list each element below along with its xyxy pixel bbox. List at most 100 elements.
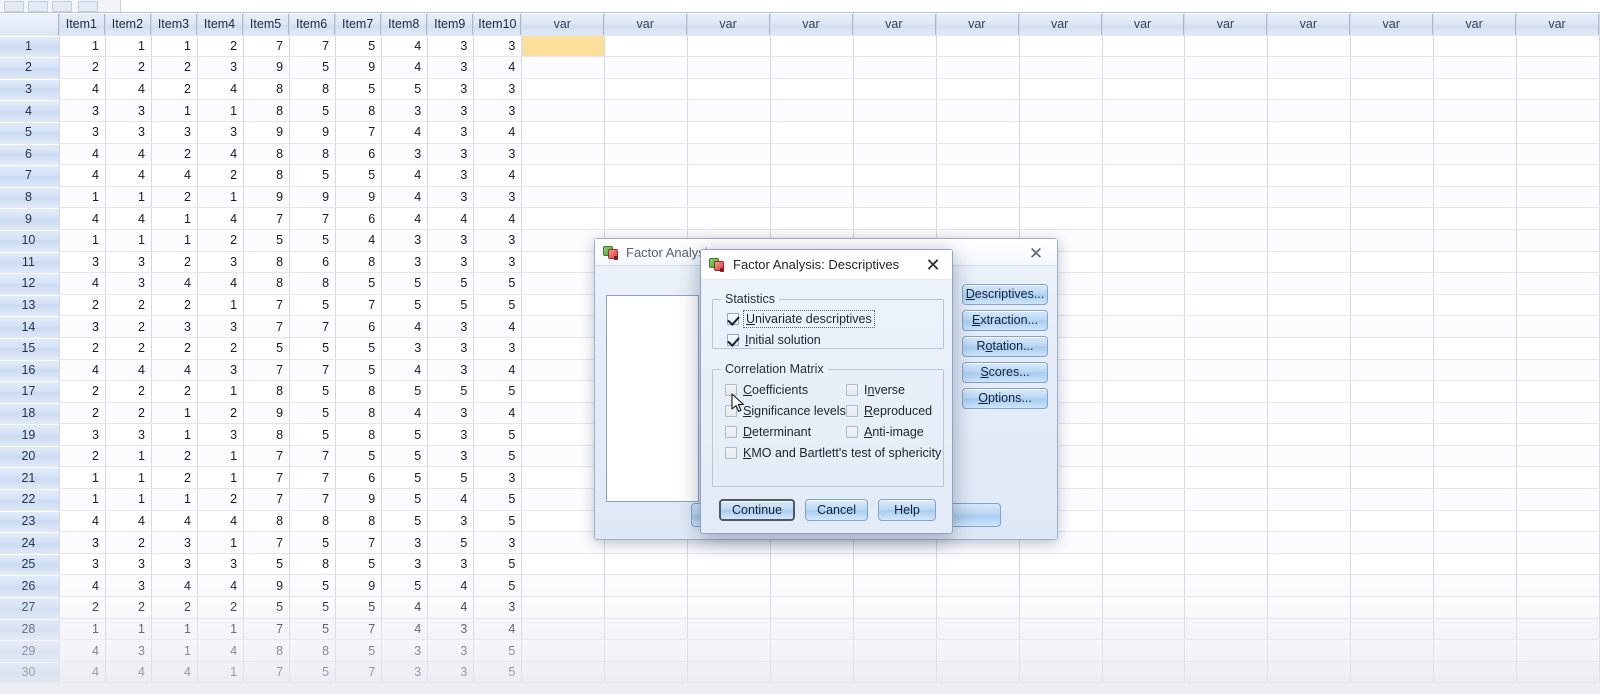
cell-r14-c7[interactable]: 6 [336,316,382,338]
cell-r3-var9[interactable] [1185,78,1268,100]
cell-r8-c9[interactable]: 3 [428,186,474,208]
cell-r26-var5[interactable] [853,575,936,597]
cell-r19-var10[interactable] [1268,424,1351,446]
cell-r1-c10[interactable]: 3 [474,35,522,57]
cell-r3-var10[interactable] [1268,78,1351,100]
cell-r5-c3[interactable]: 3 [151,121,197,143]
cell-r22-var10[interactable] [1268,489,1351,511]
cell-r15-c6[interactable]: 5 [290,337,336,359]
cell-r30-var8[interactable] [1102,661,1185,683]
cell-r11-c3[interactable]: 2 [151,251,197,273]
cell-r24-c10[interactable]: 3 [474,532,522,554]
cell-r12-c7[interactable]: 5 [336,273,382,295]
cell-r30-c5[interactable]: 7 [244,661,290,683]
checkbox-icon[interactable] [846,405,858,417]
row-header-18[interactable]: 18 [0,402,59,424]
cell-r11-c10[interactable]: 3 [474,251,522,273]
cell-r12-c2[interactable]: 3 [105,273,151,295]
cell-r13-c7[interactable]: 7 [336,294,382,316]
cell-r4-c10[interactable]: 3 [474,100,522,122]
cell-r7-c7[interactable]: 5 [336,165,382,187]
column-header-var-5[interactable]: var [853,14,936,36]
column-header-item5[interactable]: Item5 [244,14,290,36]
cell-r24-c9[interactable]: 5 [428,532,474,554]
cell-r21-var12[interactable] [1434,467,1517,489]
cell-r23-c10[interactable]: 5 [474,510,522,532]
cell-r4-var12[interactable] [1434,100,1517,122]
cell-r8-var9[interactable] [1185,186,1268,208]
cell-r6-var12[interactable] [1434,143,1517,165]
cell-r16-c7[interactable]: 5 [336,359,382,381]
cell-r16-c6[interactable]: 7 [290,359,336,381]
row-header-20[interactable]: 20 [0,445,59,467]
row-header-10[interactable]: 10 [0,229,59,251]
cell-r15-var13[interactable] [1517,337,1600,359]
cell-r28-c6[interactable]: 5 [290,618,336,640]
cell-r19-c4[interactable]: 3 [197,424,243,446]
cell-r28-var13[interactable] [1517,618,1600,640]
column-header-item4[interactable]: Item4 [197,14,243,36]
cell-r8-c6[interactable]: 9 [290,186,336,208]
cell-r1-var9[interactable] [1185,35,1268,57]
cell-r23-var13[interactable] [1517,510,1600,532]
cell-r29-c10[interactable]: 5 [474,640,522,662]
cell-r11-c8[interactable]: 3 [382,251,428,273]
table-row[interactable]: 294314885335 [0,640,1600,662]
cell-r6-c8[interactable]: 3 [382,143,428,165]
cell-r27-c3[interactable]: 2 [151,597,197,619]
cell-r4-var11[interactable] [1351,100,1434,122]
column-header-var-9[interactable]: var [1185,14,1268,36]
cell-r3-var2[interactable] [605,78,688,100]
cell-r9-c1[interactable]: 4 [59,208,105,230]
cell-r26-c6[interactable]: 5 [290,575,336,597]
cell-r25-var13[interactable] [1517,553,1600,575]
cell-r2-var9[interactable] [1185,57,1268,79]
cell-r27-c2[interactable]: 2 [105,597,151,619]
cell-r7-c1[interactable]: 4 [59,165,105,187]
cell-r24-var12[interactable] [1434,532,1517,554]
cell-r1-var4[interactable] [771,35,854,57]
cell-r5-c4[interactable]: 3 [197,121,243,143]
cell-r20-var1[interactable] [522,445,605,467]
cell-r1-var13[interactable] [1517,35,1600,57]
cell-r24-var9[interactable] [1185,532,1268,554]
cell-r3-var11[interactable] [1351,78,1434,100]
cell-r11-var1[interactable] [522,251,605,273]
cell-r10-c8[interactable]: 3 [382,229,428,251]
cell-r4-c1[interactable]: 3 [59,100,105,122]
cell-r23-c7[interactable]: 8 [336,510,382,532]
cell-r13-var11[interactable] [1351,294,1434,316]
cell-r29-var12[interactable] [1434,640,1517,662]
cell-r8-c1[interactable]: 1 [59,186,105,208]
cell-r1-var8[interactable] [1102,35,1185,57]
cell-r7-var4[interactable] [771,165,854,187]
checkbox-icon[interactable] [727,313,739,325]
cell-r9-c4[interactable]: 4 [197,208,243,230]
cell-r25-c1[interactable]: 3 [59,553,105,575]
cell-r12-var1[interactable] [522,273,605,295]
column-header-var-10[interactable]: var [1268,14,1351,36]
cell-r20-c10[interactable]: 5 [474,445,522,467]
toolbar-button-2[interactable] [28,1,48,12]
cell-r6-c9[interactable]: 3 [428,143,474,165]
cell-r7-c2[interactable]: 4 [105,165,151,187]
cell-r21-c5[interactable]: 7 [244,467,290,489]
cell-r25-c6[interactable]: 8 [290,553,336,575]
cell-r25-var9[interactable] [1185,553,1268,575]
cell-r17-c1[interactable]: 2 [59,381,105,403]
cell-r12-var10[interactable] [1268,273,1351,295]
checkbox-icon[interactable] [725,384,737,396]
cell-r5-c5[interactable]: 9 [244,121,290,143]
cell-r25-var2[interactable] [605,553,688,575]
row-header-7[interactable]: 7 [0,165,59,187]
cell-r29-var8[interactable] [1102,640,1185,662]
cell-r23-c8[interactable]: 5 [382,510,428,532]
row-header-17[interactable]: 17 [0,381,59,403]
cell-r11-var8[interactable] [1102,251,1185,273]
cell-r23-var8[interactable] [1102,510,1185,532]
cell-r20-c4[interactable]: 1 [197,445,243,467]
cell-r17-var12[interactable] [1434,381,1517,403]
cell-r14-var8[interactable] [1102,316,1185,338]
cell-r29-c4[interactable]: 4 [197,640,243,662]
cell-r19-c10[interactable]: 5 [474,424,522,446]
